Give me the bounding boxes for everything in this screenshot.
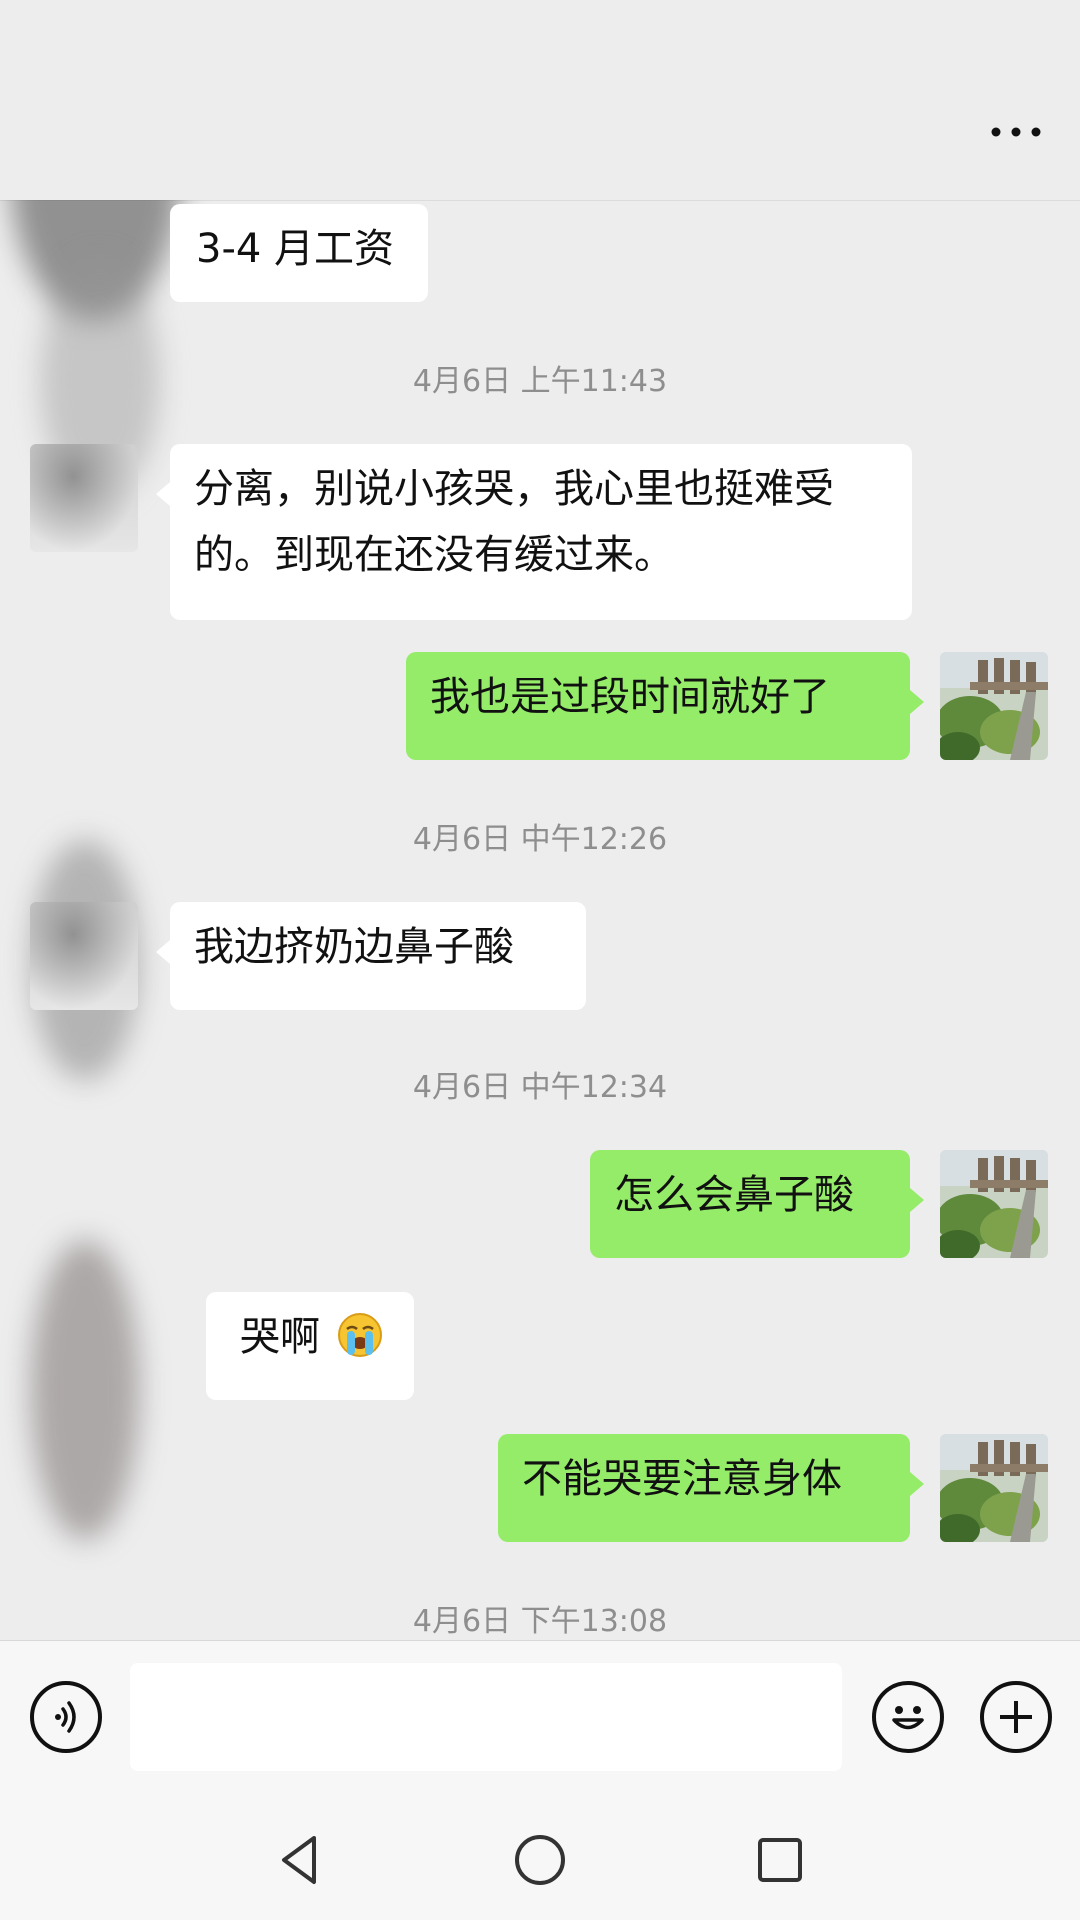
system-navigation-bar (0, 1800, 1080, 1920)
message-list[interactable]: 3-4 月工资 4月6日 上午11:43 分离，别说小孩哭，我心里也挺难受的。到… (0, 200, 1080, 1640)
my-avatar[interactable] (940, 1150, 1048, 1258)
landscape-avatar-image (940, 1150, 1048, 1258)
more-options-button[interactable] (984, 112, 1048, 152)
back-button[interactable] (270, 1830, 330, 1890)
message-input[interactable] (130, 1663, 842, 1771)
landscape-avatar-image (940, 1434, 1048, 1542)
emoji-icon (892, 1706, 924, 1730)
privacy-blur (30, 1240, 140, 1540)
message-text: 哭啊 (240, 1314, 320, 1360)
message-bubble-incoming[interactable]: 哭啊 (206, 1292, 414, 1400)
home-button[interactable] (510, 1830, 570, 1890)
voice-button[interactable] (30, 1681, 102, 1753)
message-text: 怎么会鼻子酸 (614, 1172, 854, 1218)
message-bubble-outgoing[interactable]: 怎么会鼻子酸 (590, 1150, 924, 1258)
message-input-bar (0, 1640, 1080, 1801)
contact-avatar[interactable] (30, 444, 138, 552)
message-text: 分离，别说小孩哭，我心里也挺难受的。到现在还没有缓过来。 (194, 466, 834, 578)
message-timestamp: 4月6日 上午11:43 (412, 364, 668, 399)
chat-header (0, 0, 1080, 201)
recents-square-icon (758, 1838, 802, 1882)
message-bubble-incoming[interactable]: 我边挤奶边鼻子酸 (156, 902, 586, 1010)
message-timestamp: 4月6日 中午12:34 (412, 1070, 668, 1105)
loudly-crying-face-icon (337, 1313, 382, 1357)
more-functions-button[interactable] (980, 1681, 1052, 1753)
my-avatar[interactable] (940, 1434, 1048, 1542)
voice-icon (55, 1701, 76, 1733)
message-timestamp: 4月6日 下午13:08 (412, 1604, 668, 1639)
message-bubble-outgoing[interactable]: 不能哭要注意身体 (498, 1434, 924, 1542)
privacy-blur (10, 200, 180, 320)
back-triangle-icon (282, 1836, 316, 1884)
emoji-button[interactable] (872, 1681, 944, 1753)
recents-button[interactable] (750, 1830, 810, 1890)
message-text: 3-4 月工资 (196, 226, 395, 272)
message-bubble-outgoing[interactable]: 我也是过段时间就好了 (406, 652, 924, 760)
my-avatar[interactable] (940, 652, 1048, 760)
message-timestamp: 4月6日 中午12:26 (412, 822, 668, 857)
message-text: 我边挤奶边鼻子酸 (194, 924, 514, 970)
home-circle-icon (515, 1835, 565, 1885)
plus-icon (1000, 1701, 1032, 1733)
contact-avatar[interactable] (30, 902, 138, 1010)
message-bubble-incoming[interactable]: 3-4 月工资 (170, 204, 428, 302)
message-text: 不能哭要注意身体 (522, 1456, 842, 1502)
message-bubble-incoming[interactable]: 分离，别说小孩哭，我心里也挺难受的。到现在还没有缓过来。 (156, 444, 912, 620)
message-text: 我也是过段时间就好了 (430, 674, 830, 720)
ellipsis-icon (991, 127, 1041, 137)
landscape-avatar-image (940, 652, 1048, 760)
